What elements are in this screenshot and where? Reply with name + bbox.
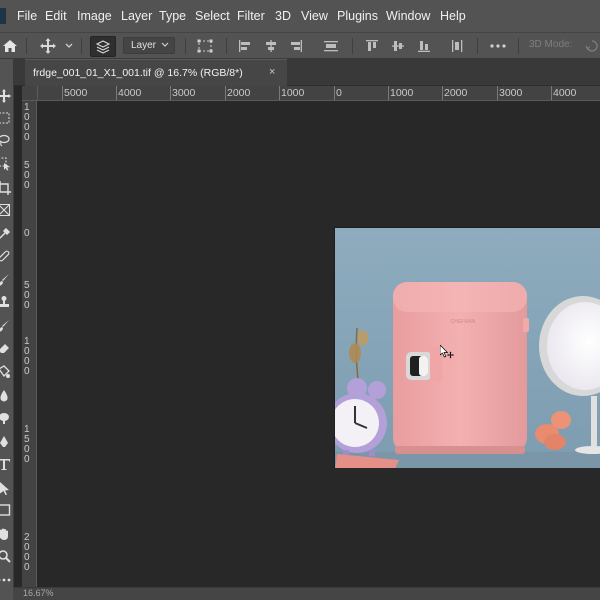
separator xyxy=(81,38,82,54)
menu-3d[interactable]: 3D xyxy=(275,8,291,24)
align-vertical-center-icon[interactable] xyxy=(390,36,406,55)
align-right-icon[interactable] xyxy=(288,36,304,55)
move-tool-icon[interactable] xyxy=(0,87,13,104)
blur-tool-icon[interactable] xyxy=(0,387,13,404)
mouse-cursor-icon xyxy=(439,344,456,364)
ruler-label: 0 xyxy=(336,87,342,99)
rectangle-tool-icon[interactable] xyxy=(0,501,13,518)
object-selection-tool-icon[interactable] xyxy=(0,155,13,172)
distribute-vertical-icon[interactable] xyxy=(449,36,465,55)
ruler-label: 2000 xyxy=(227,87,251,99)
ruler-label: 4000 xyxy=(553,87,577,99)
ruler-label: 1000 xyxy=(390,87,414,99)
chevron-down-icon[interactable] xyxy=(63,36,75,55)
dodge-tool-icon[interactable] xyxy=(0,409,13,426)
eraser-tool-icon[interactable] xyxy=(0,339,13,356)
ruler-label: 1000 xyxy=(281,87,305,99)
menu-select[interactable]: Select xyxy=(195,8,230,24)
ruler-label: 0 xyxy=(24,132,30,143)
menu-bar: File Edit Image Layer Type Select Filter… xyxy=(0,0,600,32)
ruler-label: 0 xyxy=(24,454,30,465)
type-tool-icon[interactable] xyxy=(0,455,13,472)
brush-tool-icon[interactable] xyxy=(0,271,13,288)
align-horizontal-center-icon[interactable] xyxy=(263,36,279,55)
3d-orbit-icon[interactable] xyxy=(584,36,600,55)
frame-tool-icon[interactable] xyxy=(0,201,13,218)
chevron-down-icon xyxy=(161,42,169,47)
align-left-icon[interactable] xyxy=(237,36,253,55)
ruler-label: 5000 xyxy=(64,87,88,99)
separator xyxy=(477,38,478,54)
canvas-area[interactable]: CHEFMAN xyxy=(38,101,600,587)
ruler-origin[interactable] xyxy=(22,86,38,101)
document-tab-bar: frdge_001_01_X1_001.tif @ 16.7% (RGB/8*)… xyxy=(13,59,600,86)
align-top-icon[interactable] xyxy=(364,36,380,55)
photoshop-app-icon[interactable] xyxy=(0,8,6,24)
ruler-label: 0 xyxy=(24,562,30,573)
move-tool-icon[interactable] xyxy=(38,36,58,55)
menu-type[interactable]: Type xyxy=(159,8,186,24)
product-photo: CHEFMAN xyxy=(335,228,600,468)
eyedropper-tool-icon[interactable] xyxy=(0,225,13,242)
marquee-tool-icon[interactable] xyxy=(0,109,13,126)
transform-controls-icon[interactable] xyxy=(195,36,215,55)
distribute-icon[interactable] xyxy=(322,36,340,55)
menu-filter[interactable]: Filter xyxy=(237,8,265,24)
ruler-label: 0 xyxy=(24,366,30,377)
ruler-label: 0 xyxy=(24,180,30,191)
close-icon[interactable]: × xyxy=(269,66,275,78)
document-tab-title: frdge_001_01_X1_001.tif @ 16.7% (RGB/8*) xyxy=(33,67,243,79)
healing-brush-tool-icon[interactable] xyxy=(0,247,13,264)
tools-panel xyxy=(0,59,14,600)
separator xyxy=(518,38,519,54)
separator xyxy=(226,38,227,54)
history-brush-tool-icon[interactable] xyxy=(0,317,13,334)
ruler-label: 0 xyxy=(24,228,30,239)
gradient-tool-icon[interactable] xyxy=(0,363,13,380)
status-bar: 16.67% xyxy=(13,587,600,600)
options-bar: Layer 3D Mode: xyxy=(0,32,600,59)
auto-select-target-dropdown[interactable]: Layer xyxy=(123,37,175,54)
vertical-ruler[interactable]: 1 0 0 0 5 0 0 0 5 0 0 1 0 0 0 1 5 0 0 2 … xyxy=(22,101,37,600)
align-bottom-icon[interactable] xyxy=(416,36,432,55)
auto-select-target-label: Layer xyxy=(131,40,157,51)
ruler-label: 3000 xyxy=(499,87,523,99)
document-tab[interactable]: frdge_001_01_X1_001.tif @ 16.7% (RGB/8*)… xyxy=(25,59,287,86)
pen-tool-icon[interactable] xyxy=(0,433,13,450)
separator xyxy=(352,38,353,54)
lasso-tool-icon[interactable] xyxy=(0,131,13,148)
ruler-label: 3000 xyxy=(172,87,196,99)
ruler-label: 4000 xyxy=(118,87,142,99)
menu-image[interactable]: Image xyxy=(77,8,112,24)
home-icon[interactable] xyxy=(0,36,20,55)
separator xyxy=(185,38,186,54)
hand-tool-icon[interactable] xyxy=(0,525,13,542)
zoom-level[interactable]: 16.67% xyxy=(23,588,54,598)
document-image[interactable]: CHEFMAN xyxy=(334,227,600,468)
more-options-icon[interactable] xyxy=(488,36,508,55)
menu-edit[interactable]: Edit xyxy=(45,8,67,24)
clone-stamp-tool-icon[interactable] xyxy=(0,293,13,310)
horizontal-ruler[interactable]: 5000 4000 3000 2000 1000 0 1000 2000 300… xyxy=(38,86,600,101)
path-selection-tool-icon[interactable] xyxy=(0,479,13,496)
zoom-tool-icon[interactable] xyxy=(0,547,13,564)
menu-window[interactable]: Window xyxy=(386,8,430,24)
ruler-label: 2000 xyxy=(444,87,468,99)
menu-help[interactable]: Help xyxy=(440,8,466,24)
auto-select-toggle[interactable] xyxy=(90,36,116,57)
ruler-label: 0 xyxy=(24,300,30,311)
menu-plugins[interactable]: Plugins xyxy=(337,8,378,24)
menu-file[interactable]: File xyxy=(17,8,37,24)
more-tools-icon[interactable] xyxy=(0,571,13,588)
3d-mode-label: 3D Mode: xyxy=(529,39,573,50)
menu-layer[interactable]: Layer xyxy=(121,8,152,24)
separator xyxy=(26,38,27,54)
fridge-brand-text: CHEFMAN xyxy=(451,319,476,325)
crop-tool-icon[interactable] xyxy=(0,179,13,196)
menu-view[interactable]: View xyxy=(301,8,328,24)
